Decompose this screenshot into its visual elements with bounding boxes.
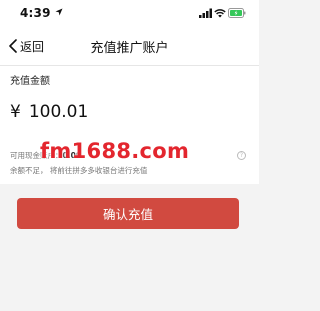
signal-icon (199, 8, 212, 18)
nav-bar: 返回 充值推广账户 (0, 26, 259, 66)
amount-input[interactable] (28, 102, 189, 122)
watermark: fm1688.com (40, 139, 190, 163)
currency-symbol: ¥ (10, 102, 21, 122)
location-arrow-icon (55, 8, 63, 16)
amount-row: ¥ (10, 102, 189, 122)
page-title: 充值推广账户 (90, 41, 169, 56)
wifi-icon (214, 9, 226, 18)
help-icon[interactable]: ? (237, 151, 246, 160)
recharge-card: 充值金额 ¥ (0, 66, 259, 144)
amount-label: 充值金额 (10, 76, 50, 87)
recharge-hint: 余额不足， 将前往拼多多收银台进行充值 (10, 166, 148, 175)
confirm-recharge-button[interactable]: 确认充值 (17, 198, 239, 229)
status-time: 4:39 (20, 6, 51, 20)
status-bar: 4:39 (0, 0, 259, 26)
battery-icon (228, 8, 246, 18)
